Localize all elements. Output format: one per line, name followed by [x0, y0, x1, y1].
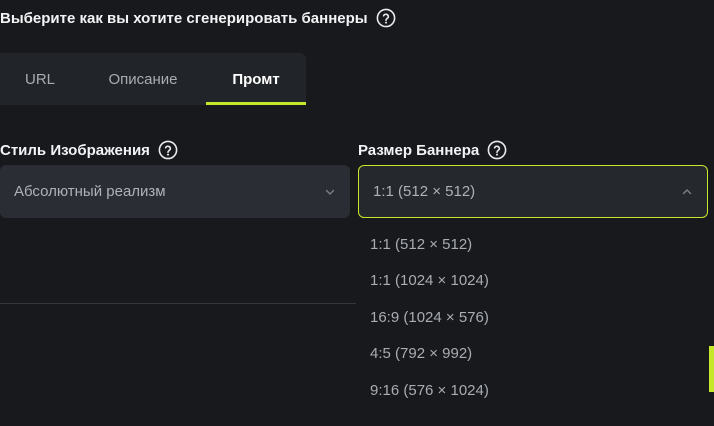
style-select[interactable]: Абсолютный реализм: [0, 165, 350, 218]
size-option[interactable]: 1:1 (1024 × 1024): [358, 263, 708, 300]
help-icon[interactable]: [487, 140, 507, 160]
size-dropdown-menu: 1:1 (512 × 512) 1:1 (1024 × 1024) 16:9 (…: [358, 226, 708, 422]
section-divider: [0, 303, 356, 304]
style-label-row: Стиль Изображения: [0, 138, 178, 162]
heading-row: Выберите как вы хотите сгенерировать бан…: [0, 6, 396, 30]
size-select[interactable]: 1:1 (512 × 512): [358, 165, 708, 218]
generation-mode-tabs: URL Описание Промт: [0, 53, 306, 105]
size-label-row: Размер Баннера: [358, 138, 507, 162]
page-heading: Выберите как вы хотите сгенерировать бан…: [0, 9, 368, 27]
tab-prompt[interactable]: Промт: [206, 53, 306, 105]
accent-edge-block: [709, 346, 714, 392]
active-tab-indicator: [206, 102, 306, 105]
chevron-up-icon: [682, 188, 692, 194]
size-option[interactable]: 4:5 (792 × 992): [358, 336, 708, 373]
size-option[interactable]: 9:16 (576 × 1024): [358, 372, 708, 409]
size-label: Размер Баннера: [358, 141, 480, 159]
size-option[interactable]: 16:9 (1024 × 576): [358, 299, 708, 336]
style-label: Стиль Изображения: [0, 141, 150, 159]
help-icon[interactable]: [376, 8, 396, 28]
size-option[interactable]: 1:1 (512 × 512): [358, 226, 708, 263]
tab-description[interactable]: Описание: [80, 53, 206, 105]
tab-label: Промт: [232, 70, 280, 88]
chevron-down-icon: [325, 189, 335, 195]
tab-url[interactable]: URL: [0, 53, 80, 105]
help-icon[interactable]: [158, 140, 178, 160]
size-select-value: 1:1 (512 × 512): [373, 183, 476, 200]
banner-generator-panel: Выберите как вы хотите сгенерировать бан…: [0, 0, 714, 426]
tab-label: Описание: [108, 70, 178, 88]
style-select-value: Абсолютный реализм: [14, 183, 166, 200]
tab-label: URL: [24, 70, 55, 88]
